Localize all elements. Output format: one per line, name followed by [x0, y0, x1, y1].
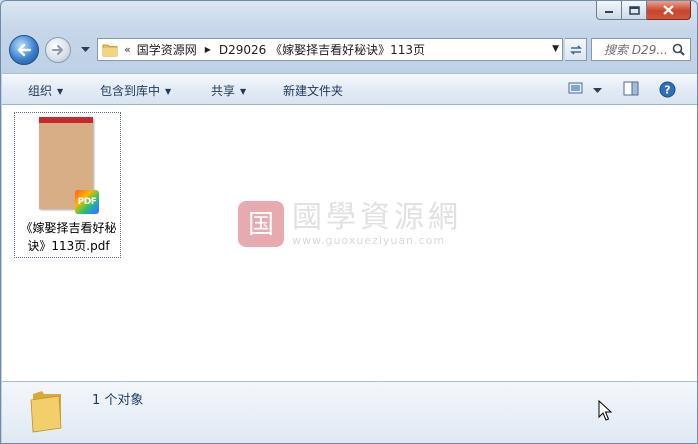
dropdown-arrow-icon: ▼	[165, 87, 172, 96]
address-dropdown-icon[interactable]: ▼	[552, 44, 559, 54]
arrow-right-icon	[52, 45, 63, 55]
forward-button[interactable]	[45, 37, 71, 63]
breadcrumb-overflow[interactable]: «	[124, 43, 131, 56]
refresh-icon	[569, 44, 582, 55]
minimize-icon	[605, 11, 613, 13]
organize-label: 组织	[28, 84, 53, 98]
search-input[interactable]	[602, 41, 680, 58]
address-bar[interactable]: « 国学资源网 ▶ D29026 《嫁娶择吉看好秘诀》113页 ▼	[97, 38, 563, 61]
item-count-label: 1 个对象	[92, 393, 144, 408]
mouse-cursor-icon	[598, 400, 612, 421]
breadcrumb-separator-icon[interactable]: ▶	[205, 45, 211, 54]
file-list-area[interactable]: PDF 《嫁娶择吉看好秘诀》113页.pdf 国 國學資源網 www.guoxu…	[2, 105, 697, 381]
watermark: 国 國學資源網 www.guoxueziyuan.com	[238, 201, 462, 247]
dropdown-arrow-icon: ▼	[240, 87, 247, 96]
new-folder-button[interactable]: 新建文件夹	[283, 82, 343, 99]
file-item[interactable]: PDF 《嫁娶择吉看好秘诀》113页.pdf	[14, 112, 121, 258]
file-name-label: 《嫁娶择吉看好秘诀》113页.pdf	[20, 221, 117, 253]
preview-pane-button[interactable]	[623, 81, 639, 99]
maximize-button[interactable]	[622, 1, 647, 20]
navigation-row: « 国学资源网 ▶ D29026 《嫁娶择吉看好秘诀》113页 ▼	[9, 35, 691, 67]
folder-icon	[30, 391, 62, 433]
watermark-url: www.guoxueziyuan.com	[292, 233, 446, 247]
recent-pages-button[interactable]	[79, 44, 91, 56]
svg-text:国: 国	[248, 210, 274, 240]
close-button[interactable]	[647, 1, 691, 20]
command-bar: 组织 ▼ 包含到库中 ▼ 共享 ▼ 新建文件夹 ?	[2, 73, 697, 105]
view-icon	[568, 82, 583, 94]
help-icon: ?	[659, 81, 676, 98]
view-options-button[interactable]	[593, 83, 602, 97]
watermark-text: 國學資源網 www.guoxueziyuan.com	[292, 199, 462, 247]
chevron-down-icon	[80, 47, 90, 52]
pdf-icon: PDF	[75, 190, 99, 214]
caption-buttons	[596, 1, 691, 20]
refresh-button[interactable]	[565, 38, 587, 61]
search-box[interactable]	[591, 38, 691, 61]
close-icon	[663, 5, 674, 15]
arrow-left-icon	[17, 43, 32, 57]
explorer-window: « 国学资源网 ▶ D29026 《嫁娶择吉看好秘诀》113页 ▼ 组织 ▼ 包含…	[0, 0, 698, 444]
dropdown-arrow-icon: ▼	[57, 87, 64, 96]
folder-icon	[102, 44, 118, 56]
organize-menu[interactable]: 组织 ▼	[28, 82, 63, 99]
minimize-button[interactable]	[596, 1, 622, 20]
new-folder-label: 新建文件夹	[283, 84, 344, 98]
thumbnail-header-band	[39, 117, 93, 123]
preview-pane-icon	[623, 81, 639, 96]
watermark-chinese: 國學資源網	[292, 199, 462, 235]
share-menu[interactable]: 共享 ▼	[211, 82, 246, 99]
svg-text:?: ?	[664, 84, 670, 97]
help-button[interactable]: ?	[659, 81, 676, 101]
breadcrumb-item-root[interactable]: 国学资源网	[137, 41, 197, 58]
details-pane: 1 个对象	[2, 381, 697, 443]
maximize-icon	[628, 5, 640, 15]
share-label: 共享	[211, 84, 236, 98]
back-button[interactable]	[9, 35, 39, 65]
include-in-library-label: 包含到库中	[100, 84, 161, 98]
include-in-library-menu[interactable]: 包含到库中 ▼	[100, 82, 171, 99]
watermark-logo-icon: 国	[238, 201, 284, 247]
search-icon[interactable]	[672, 43, 685, 56]
pdf-badge-label: PDF	[77, 197, 97, 207]
breadcrumb-item-current[interactable]: D29026 《嫁娶择吉看好秘诀》113页	[219, 41, 425, 58]
chevron-down-icon	[593, 88, 602, 93]
change-view-button[interactable]	[568, 81, 584, 98]
